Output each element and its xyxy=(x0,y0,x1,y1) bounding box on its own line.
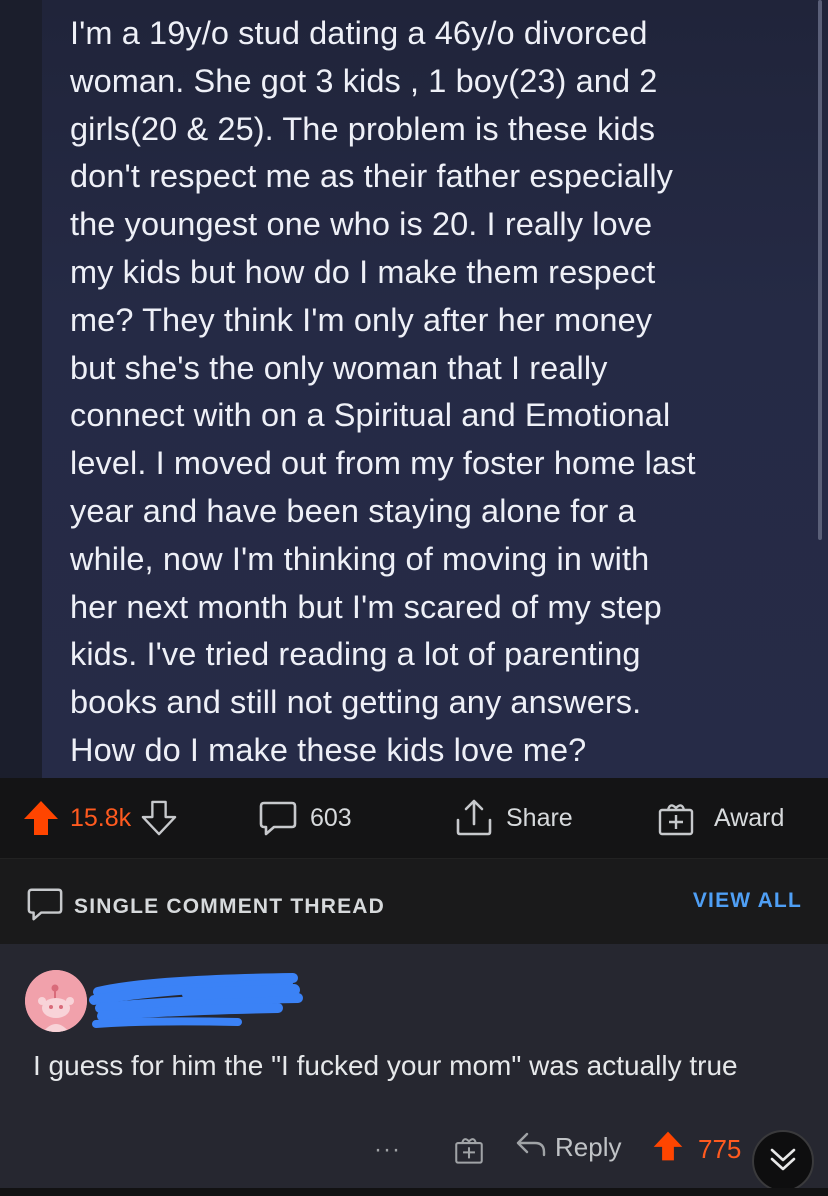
award-button[interactable]: Award xyxy=(656,778,784,858)
share-icon xyxy=(454,798,494,838)
image-scrollbar xyxy=(818,0,822,540)
post-image-text: I'm a 19y/o stud dating a 46y/o divorced… xyxy=(70,15,696,768)
reply-button[interactable]: Reply xyxy=(515,1130,621,1165)
comment-icon xyxy=(258,798,298,838)
reply-icon xyxy=(515,1130,547,1165)
downvote-icon[interactable] xyxy=(141,800,177,836)
post-image[interactable]: I'm a 19y/o stud dating a 46y/o divorced… xyxy=(0,0,828,778)
comment-actions: ··· Reply 775 xyxy=(0,1126,828,1176)
comment-vote-count: 775 xyxy=(698,1134,742,1164)
comment-count: 603 xyxy=(310,803,352,832)
comment-thread-icon xyxy=(26,885,64,928)
comment: I guess for him the "I fucked your mom" … xyxy=(0,944,828,1196)
post-action-bar: 15.8k 603 Share Award xyxy=(0,778,828,858)
comment-award-icon[interactable] xyxy=(452,1132,486,1171)
redacted-username xyxy=(88,970,308,1039)
share-button[interactable]: Share xyxy=(454,778,573,858)
upvote-count: 15.8k xyxy=(70,803,132,832)
vote-group: 15.8k xyxy=(22,778,177,858)
reply-label: Reply xyxy=(555,1132,622,1162)
share-label: Share xyxy=(506,803,573,832)
collapse-thread-button[interactable] xyxy=(752,1130,814,1192)
comment-upvote-icon[interactable] xyxy=(652,1130,684,1169)
award-label: Award xyxy=(714,803,785,832)
bottom-edge xyxy=(0,1188,828,1196)
comments-button[interactable]: 603 xyxy=(258,778,352,858)
more-options-button[interactable]: ··· xyxy=(374,1136,401,1164)
thread-title-group: SINGLE COMMENT THREAD xyxy=(26,885,385,928)
thread-title: SINGLE COMMENT THREAD xyxy=(74,894,386,918)
view-all-link[interactable]: VIEW ALL xyxy=(693,889,802,913)
image-left-edge xyxy=(0,0,42,778)
thread-header: SINGLE COMMENT THREAD VIEW ALL xyxy=(0,858,828,945)
comment-vote-group: 775 xyxy=(652,1130,741,1169)
comment-body: I guess for him the "I fucked your mom" … xyxy=(33,1050,738,1081)
upvote-icon[interactable] xyxy=(22,799,60,837)
chevron-down-icon xyxy=(765,1141,801,1182)
snoo-avatar[interactable] xyxy=(25,970,87,1032)
award-icon xyxy=(656,798,696,838)
